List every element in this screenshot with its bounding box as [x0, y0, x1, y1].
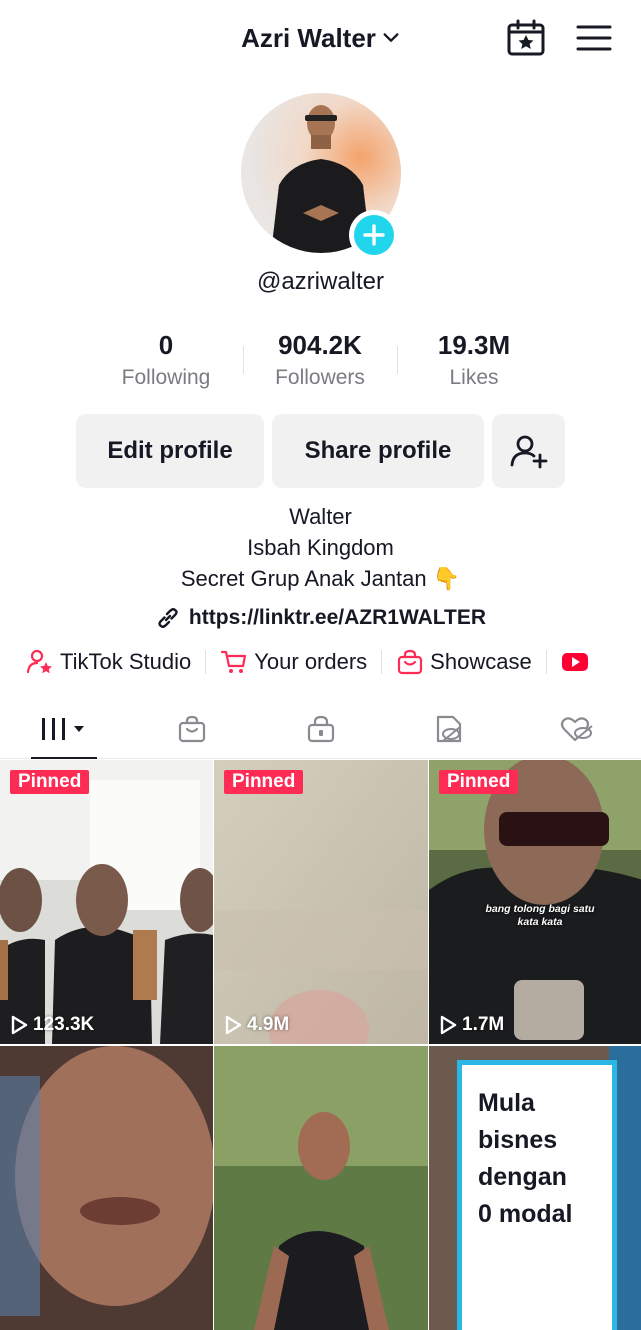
content-tabs [0, 700, 641, 759]
stat-following[interactable]: 0 Following [86, 328, 246, 390]
add-story-button[interactable] [349, 210, 399, 260]
video-tile[interactable]: Pinned 4.9M [214, 760, 428, 1044]
tab-reposts[interactable] [385, 700, 513, 758]
shortcut-divider [545, 650, 547, 674]
shortcut-label: Showcase [430, 649, 532, 674]
stat-label: Following [121, 366, 211, 389]
share-profile-button[interactable]: Share profile [272, 414, 484, 488]
shortcut-label: Your orders [254, 649, 368, 674]
account-name: Azri Walter [241, 22, 376, 53]
text-card: Mula bisnes dengan 0 modal [457, 1060, 617, 1330]
bio-line: Isbah Kingdom [247, 535, 394, 560]
view-count-text: 123.3K [33, 1014, 95, 1035]
view-count-text: 1.7M [462, 1014, 505, 1035]
play-icon [11, 1015, 28, 1035]
stat-value: 19.3M [437, 330, 511, 360]
add-friends-button[interactable] [492, 414, 565, 488]
shortcut-divider [381, 650, 383, 674]
link-icon [158, 608, 178, 628]
username: @azriwalter [256, 268, 385, 295]
video-thumbnail [0, 1046, 213, 1330]
youtube-icon [561, 653, 588, 671]
edit-profile-button[interactable]: Edit profile [76, 414, 264, 488]
plus-icon [363, 224, 385, 246]
add-user-icon [510, 435, 547, 469]
tab-private[interactable] [256, 700, 384, 758]
view-count: 4.9M [224, 1014, 289, 1036]
video-tile[interactable]: Mula bisnes dengan 0 modal [429, 1046, 641, 1330]
liked-hidden-icon [560, 717, 593, 742]
link-text: https://linktr.ee/AZR1WALTER [188, 606, 487, 629]
stat-label: Followers [275, 366, 365, 389]
pinned-badge: Pinned [10, 770, 90, 794]
video-thumbnail [214, 1046, 428, 1330]
video-tile[interactable]: Pinned 123.3K [0, 760, 213, 1044]
video-tile[interactable] [214, 1046, 428, 1330]
cart-icon [221, 650, 247, 673]
videos-grid-icon [42, 718, 85, 740]
view-count-text: 4.9M [247, 1014, 290, 1035]
tab-videos[interactable] [0, 700, 128, 759]
pinned-badge: Pinned [439, 770, 519, 794]
shopping-bag-icon [398, 649, 423, 675]
video-tile[interactable] [0, 1046, 213, 1330]
shortcut-youtube[interactable] [561, 648, 595, 676]
view-count: 123.3K [10, 1014, 94, 1036]
video-thumbnail [429, 760, 641, 1044]
stat-likes[interactable]: 19.3M Likes [394, 328, 554, 390]
chevron-down-icon [383, 33, 399, 42]
tab-shop[interactable] [128, 700, 256, 758]
view-count: 1.7M [439, 1014, 504, 1036]
shortcut-tiktok-studio[interactable]: TikTok Studio [26, 648, 191, 676]
shortcut-divider [205, 650, 207, 674]
person-star-icon [26, 649, 52, 674]
creator-calendar-icon[interactable] [506, 19, 546, 57]
stat-value: 904.2K [278, 330, 362, 360]
stat-label: Likes [449, 366, 499, 389]
stat-followers[interactable]: 904.2K Followers [240, 328, 400, 390]
pinned-badge: Pinned [224, 770, 304, 794]
video-grid: Pinned 123.3K Pinned 4.9M Pinned 1.7M Mu… [0, 760, 641, 1330]
lock-bag-icon [307, 715, 334, 743]
play-icon [225, 1015, 242, 1035]
shortcut-showcase[interactable]: Showcase [396, 648, 532, 676]
bio-line: Secret Grup Anak Jantan 👇 [180, 566, 461, 591]
bio-line: Walter [289, 504, 352, 529]
shortcut-label: TikTok Studio [60, 649, 192, 674]
video-tile[interactable]: Pinned 1.7M [429, 760, 641, 1044]
reposts-hidden-icon [436, 715, 461, 743]
video-thumbnail [214, 760, 428, 1044]
shortcut-bar: TikTok Studio Your orders Showcase [26, 646, 641, 678]
shortcut-your-orders[interactable]: Your orders [220, 648, 367, 676]
video-thumbnail [0, 760, 213, 1044]
shop-bag-icon [179, 715, 206, 743]
stat-value: 0 [158, 330, 174, 360]
play-icon [440, 1015, 457, 1035]
menu-icon[interactable] [575, 22, 613, 54]
bio-link[interactable]: https://linktr.ee/AZR1WALTER [0, 605, 641, 631]
tab-liked[interactable] [513, 700, 641, 758]
video-caption: bang tolong bagi satu kata kata [485, 903, 595, 928]
